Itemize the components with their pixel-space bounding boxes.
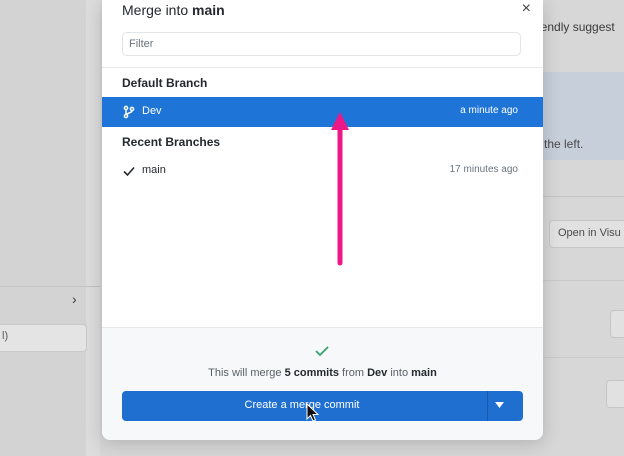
success-check-icon	[315, 346, 329, 357]
create-merge-commit-button[interactable]: Create a merge commit	[122, 391, 523, 421]
background-divider	[0, 286, 100, 287]
open-in-editor-button: Open in Visu	[549, 220, 624, 248]
default-branch-heading: Default Branch	[122, 76, 208, 90]
background-button	[606, 380, 624, 408]
dialog-title: Merge into main	[122, 2, 225, 18]
check-icon	[123, 166, 135, 177]
merge-summary: This will merge 5 commits from Dev into …	[208, 367, 437, 379]
background-suggestion-text: iendly suggest	[538, 20, 615, 34]
background-divider	[538, 280, 624, 281]
divider	[102, 67, 543, 68]
annotation-arrow-icon	[331, 112, 349, 266]
branch-icon	[123, 105, 135, 119]
background-button	[610, 310, 624, 338]
close-button[interactable]: ×	[522, 0, 531, 18]
chevron-right-icon: ›	[72, 291, 77, 307]
merge-button-label: Create a merge commit	[244, 399, 360, 411]
branch-time: a minute ago	[460, 105, 518, 116]
dialog-footer: This will merge 5 commits from Dev into …	[102, 327, 543, 440]
recent-branches-heading: Recent Branches	[122, 135, 221, 149]
background-hint-text: the left.	[544, 137, 584, 151]
branch-name: Dev	[142, 105, 162, 117]
background-divider	[538, 357, 624, 358]
background-divider	[538, 196, 624, 197]
background-field: l)	[0, 324, 87, 352]
mouse-cursor-icon	[306, 403, 320, 422]
filter-input[interactable]	[122, 32, 521, 56]
caret-down-icon[interactable]	[495, 402, 504, 408]
branch-time: 17 minutes ago	[449, 164, 518, 175]
branch-name: main	[142, 164, 166, 176]
background-left-panel	[0, 0, 100, 456]
background-left-inner	[0, 0, 86, 456]
button-divider	[487, 391, 488, 421]
